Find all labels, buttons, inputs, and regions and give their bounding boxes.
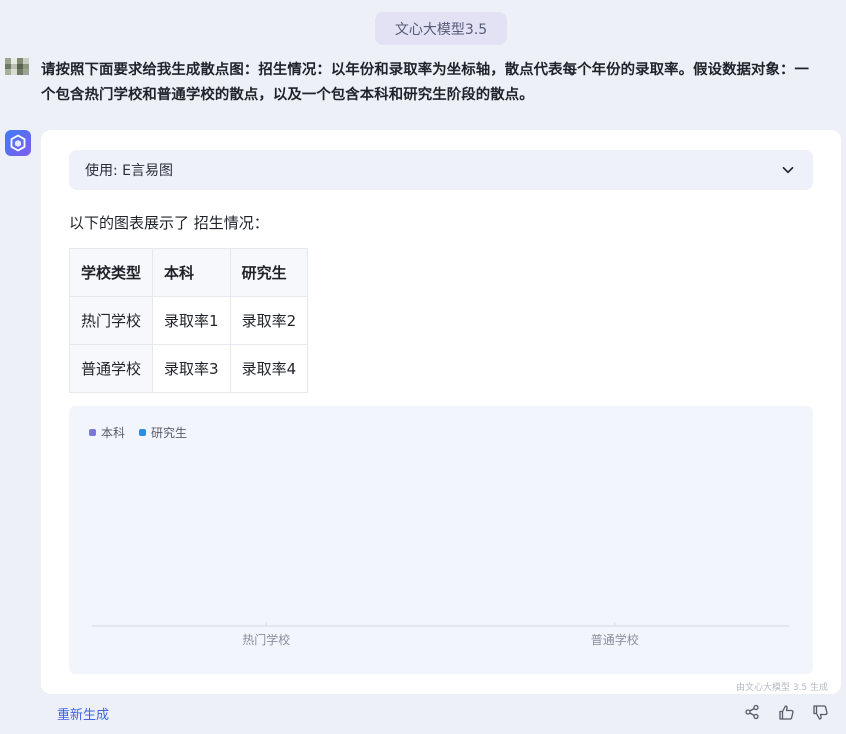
model-name-chip[interactable]: 文心大模型3.5 xyxy=(375,12,507,45)
table-cell: 普通学校 xyxy=(68,344,154,393)
generated-by-watermark: 由文心大模型 3.5 生成 xyxy=(735,683,828,693)
user-message-line-1: 请按照下面要求给我生成散点图：招生情况：以年份和录取率为坐标轴，散点代表每个年份… xyxy=(41,62,810,78)
regenerate-button[interactable]: 重新生成 xyxy=(57,704,109,723)
table-header-cell: 本科 xyxy=(152,248,231,297)
table-header-cell: 学校类型 xyxy=(68,248,154,297)
table-row: 普通学校 录取率3 录取率4 xyxy=(68,344,309,393)
response-intro-text: 以下的图表展示了 招生情况： xyxy=(69,214,269,232)
table-cell: 录取率4 xyxy=(229,344,309,393)
x-axis-tick-label: 普通学校 xyxy=(591,632,639,647)
x-axis-tick-label: 热门学校 xyxy=(242,632,290,647)
response-actions xyxy=(742,702,830,722)
chevron-down-icon[interactable] xyxy=(781,163,795,177)
thumbs-up-icon[interactable] xyxy=(776,702,796,722)
user-message: 请按照下面要求给我生成散点图：招生情况：以年份和录取率为坐标轴，散点代表每个年份… xyxy=(41,58,841,108)
table-cell: 录取率1 xyxy=(152,296,231,345)
table-header-cell: 研究生 xyxy=(229,248,309,297)
table-cell: 热门学校 xyxy=(68,296,154,345)
table-row: 热门学校 录取率1 录取率2 xyxy=(68,296,309,345)
scatter-chart: 本科 研究生 热门学校 普通学校 xyxy=(69,406,813,674)
assistant-logo-icon xyxy=(10,134,26,152)
assistant-response-card: 使用: E言易图 以下的图表展示了 招生情况： 学校类型 本科 研究生 热门学校… xyxy=(41,130,841,694)
plugin-usage-label: 使用: E言易图 xyxy=(85,163,174,179)
assistant-avatar xyxy=(5,130,31,156)
table-cell: 录取率3 xyxy=(152,344,231,393)
chart-plot-area: 热门学校 普通学校 xyxy=(92,622,789,647)
share-icon[interactable] xyxy=(742,702,762,722)
user-message-line-2: 个包含热门学校和普通学校的散点，以及一个包含本科和研究生阶段的散点。 xyxy=(41,87,534,103)
enrollment-table: 学校类型 本科 研究生 热门学校 录取率1 录取率2 普通学校 录取率3 录取率… xyxy=(68,248,309,393)
thumbs-down-icon[interactable] xyxy=(810,702,830,722)
table-cell: 录取率2 xyxy=(229,296,309,345)
table-header-row: 学校类型 本科 研究生 xyxy=(68,248,309,297)
user-avatar xyxy=(5,58,29,75)
plugin-usage-dropdown[interactable]: 使用: E言易图 xyxy=(69,150,813,190)
